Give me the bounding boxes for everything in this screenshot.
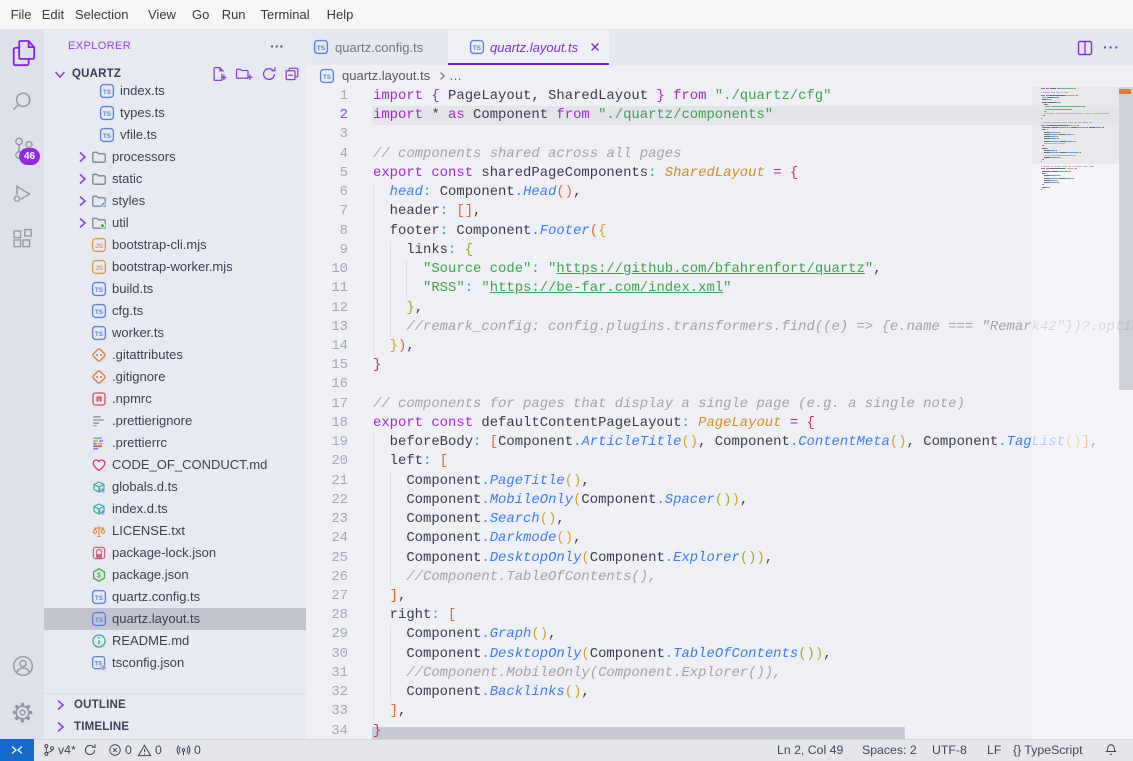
svg-text:TS: TS (103, 111, 112, 118)
svg-text:TS: TS (98, 489, 105, 495)
svg-text:TS: TS (95, 287, 104, 294)
svg-text:TS: TS (95, 309, 104, 316)
svg-text:JS: JS (95, 265, 104, 272)
svg-text:TS: TS (95, 617, 104, 624)
svg-text:TS: TS (103, 89, 112, 96)
svg-text:TS: TS (94, 661, 102, 667)
svg-text:TS: TS (103, 133, 112, 140)
svg-text:$: $ (97, 573, 101, 580)
svg-text:TS: TS (98, 511, 105, 517)
svg-text:TS: TS (323, 74, 332, 81)
svg-text:JS: JS (95, 243, 104, 250)
svg-text:TS: TS (95, 595, 104, 602)
svg-text:TS: TS (473, 45, 482, 52)
svg-text:TS: TS (95, 331, 104, 338)
svg-text:TS: TS (317, 45, 326, 52)
